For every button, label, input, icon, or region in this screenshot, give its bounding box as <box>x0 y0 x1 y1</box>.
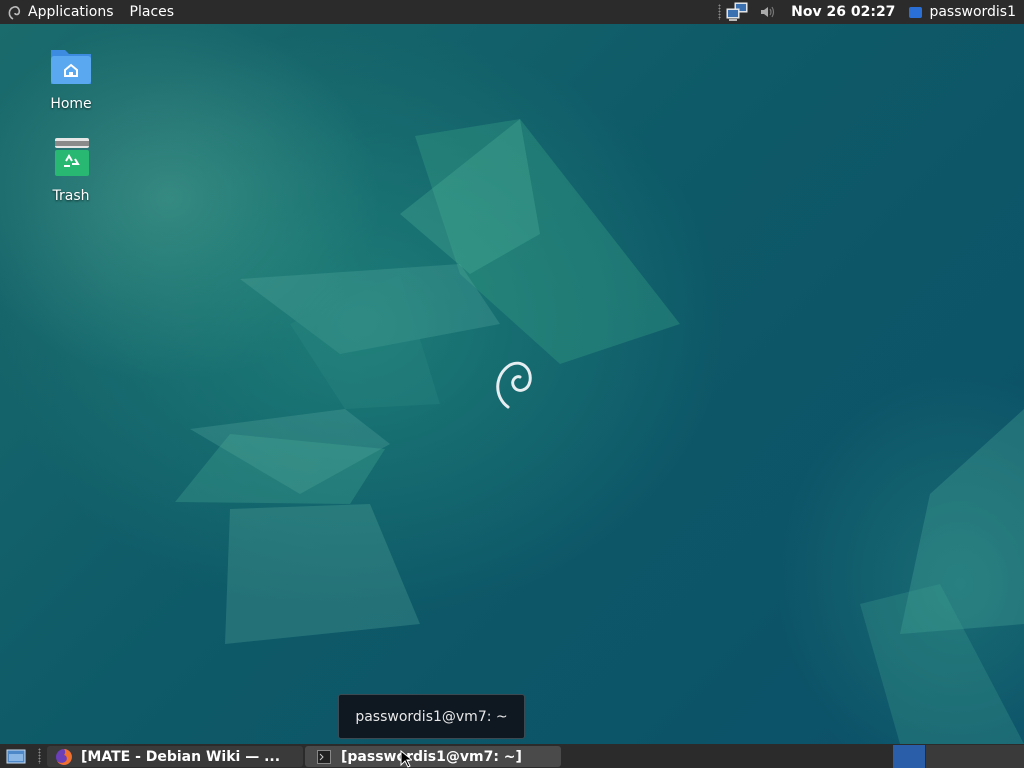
taskbar-item-label: [passwordis1@vm7: ~] <box>341 748 522 765</box>
desktop-icon-label: Trash <box>52 188 90 204</box>
taskbar-item-firefox[interactable]: [MATE - Debian Wiki — ... <box>47 746 303 767</box>
terminal-icon <box>317 749 331 764</box>
panel-handle[interactable] <box>718 4 722 20</box>
workspace-2[interactable] <box>926 745 1024 768</box>
panel-handle[interactable] <box>38 748 41 764</box>
user-name: passwordis1 <box>929 4 1016 20</box>
desktop-icon-home[interactable]: Home <box>31 42 111 112</box>
desktop-icon-label: Home <box>50 96 92 112</box>
debian-swirl-logo <box>488 357 536 411</box>
network-icon[interactable] <box>725 2 749 22</box>
desktop-icon-trash[interactable]: Trash <box>31 134 111 204</box>
user-menu[interactable]: passwordis1 <box>909 4 1024 20</box>
show-desktop-icon[interactable] <box>6 748 26 764</box>
home-folder-icon <box>47 50 95 94</box>
places-label: Places <box>129 4 175 20</box>
top-panel: Applications Places Nov 26 02:27 passwor… <box>0 0 1024 24</box>
tooltip-text: passwordis1@vm7: ~ <box>355 708 508 725</box>
top-panel-tray: Nov 26 02:27 passwordis1 <box>714 0 1024 24</box>
trash-icon <box>47 138 95 186</box>
workspace-1[interactable] <box>893 745 925 768</box>
user-icon <box>909 6 923 18</box>
bottom-panel: [MATE - Debian Wiki — ... [passwordis1@v… <box>0 744 1024 768</box>
places-menu[interactable]: Places <box>122 0 183 24</box>
debian-menu-icon <box>6 4 22 20</box>
clock[interactable]: Nov 26 02:27 <box>783 4 909 20</box>
mouse-cursor-icon <box>400 750 412 768</box>
taskbar-item-terminal[interactable]: [passwordis1@vm7: ~] <box>305 746 561 767</box>
volume-icon[interactable] <box>759 4 775 20</box>
applications-label: Applications <box>28 4 114 20</box>
taskbar-item-label: [MATE - Debian Wiki — ... <box>81 748 281 765</box>
firefox-icon <box>55 748 73 766</box>
taskbar-tooltip: passwordis1@vm7: ~ <box>338 694 525 739</box>
applications-menu[interactable]: Applications <box>0 0 122 24</box>
